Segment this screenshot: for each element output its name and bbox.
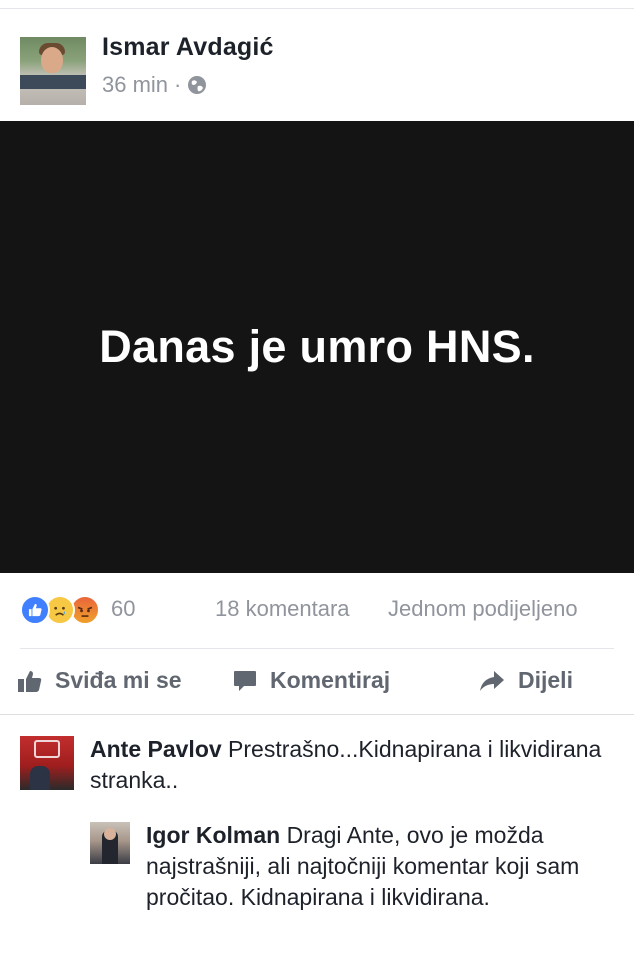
comment-bubble-icon xyxy=(234,670,256,691)
commenter-name[interactable]: Ante Pavlov xyxy=(90,736,222,762)
comment-body: Ante Pavlov Prestrašno...Kidnapirana i l… xyxy=(20,734,620,796)
commenter-avatar[interactable] xyxy=(20,736,74,790)
commenter-name[interactable]: Igor Kolman xyxy=(146,822,280,848)
shares-count[interactable]: Jednom podijeljeno xyxy=(388,596,578,622)
share-button[interactable]: Dijeli xyxy=(478,667,573,694)
reactions-row: 60 18 komentara Jednom podijeljeno xyxy=(0,590,634,630)
meta-separator: · xyxy=(174,72,182,97)
post-meta: 36 min · xyxy=(102,72,207,98)
post-time[interactable]: 36 min xyxy=(102,72,168,98)
share-arrow-icon xyxy=(480,670,504,691)
comment-button[interactable]: Komentiraj xyxy=(232,667,390,694)
action-bar: Sviđa mi se Komentiraj Dijeli xyxy=(0,660,634,710)
like-icon xyxy=(20,595,50,625)
share-label: Dijeli xyxy=(518,667,573,693)
post-header: Ismar Avdagić 36 min · xyxy=(0,9,634,121)
comment-label: Komentiraj xyxy=(270,667,391,693)
comments-count[interactable]: 18 komentara xyxy=(215,596,350,622)
author-name[interactable]: Ismar Avdagić xyxy=(102,33,274,62)
status-text: Danas je umro HNS. xyxy=(99,321,535,372)
globe-icon xyxy=(188,76,207,94)
like-label: Sviđa mi se xyxy=(55,667,182,693)
stats-divider xyxy=(20,648,614,649)
actions-divider xyxy=(0,714,634,715)
comment-body: Igor Kolman Dragi Ante, ovo je možda naj… xyxy=(90,820,620,913)
reaction-count[interactable]: 60 xyxy=(111,596,135,622)
author-avatar[interactable] xyxy=(20,37,86,105)
reaction-icons[interactable] xyxy=(20,595,108,625)
facebook-post: Ismar Avdagić 36 min · Danas je umro HNS… xyxy=(0,0,634,960)
reply-comment: Igor Kolman Dragi Ante, ovo je možda naj… xyxy=(90,820,620,913)
status-card[interactable]: Danas je umro HNS. xyxy=(0,121,634,573)
commenter-avatar[interactable] xyxy=(90,822,130,864)
like-button[interactable]: Sviđa mi se xyxy=(17,667,182,694)
thumbs-up-icon xyxy=(18,670,42,692)
comment: Ante Pavlov Prestrašno...Kidnapirana i l… xyxy=(20,734,620,796)
